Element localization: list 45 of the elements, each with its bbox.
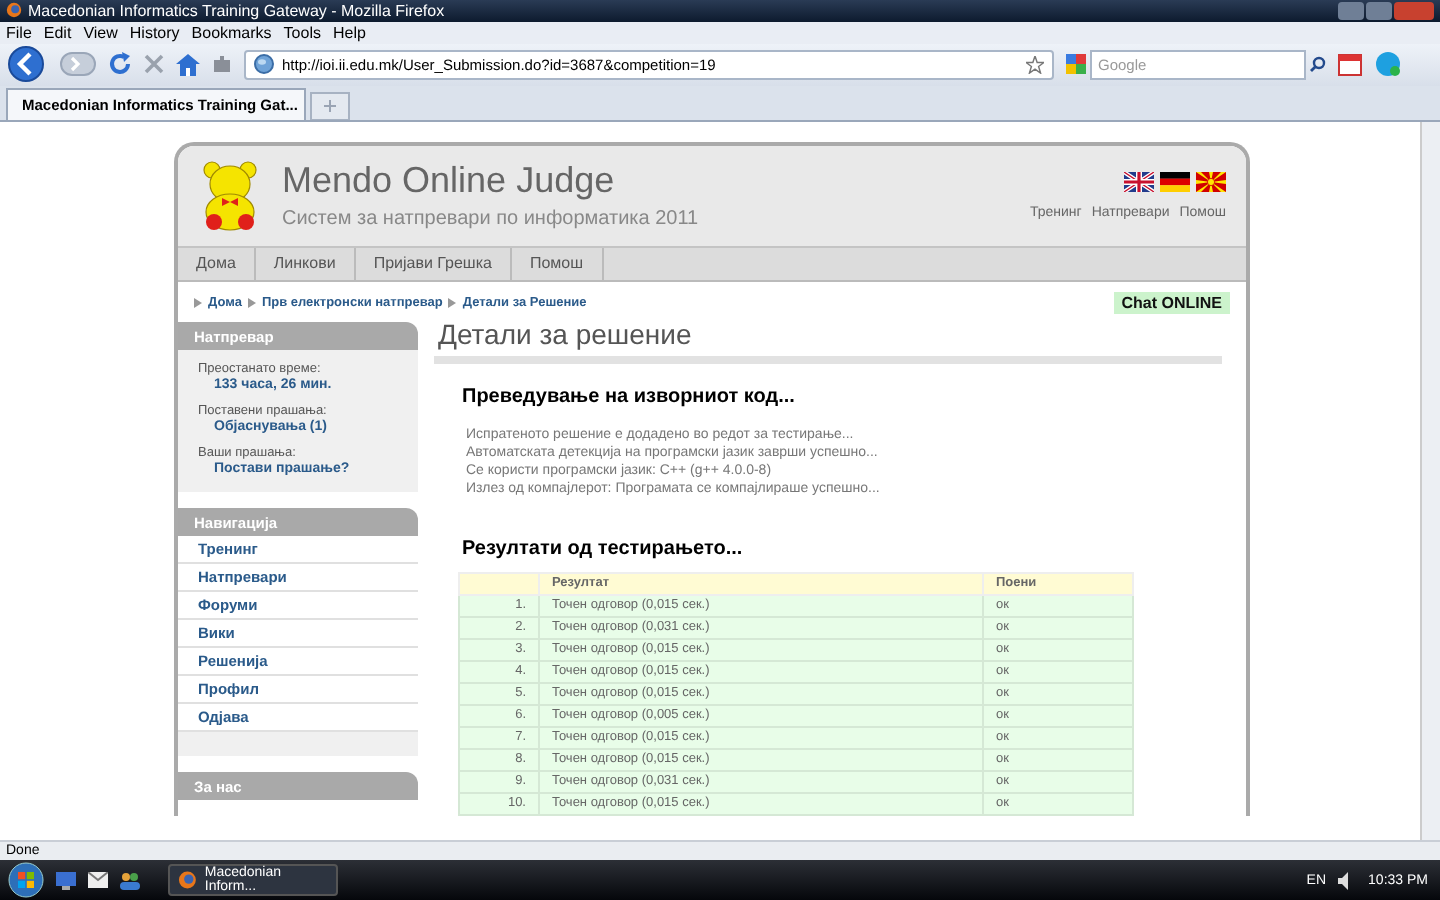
minimize-button[interactable]	[1338, 1, 1364, 20]
back-icon[interactable]	[8, 46, 48, 83]
menu-item[interactable]: Tools	[283, 23, 321, 42]
section-heading: Преведување на изворниот код...	[462, 385, 797, 408]
chat-status[interactable]: Chat ONLINE	[1113, 291, 1230, 314]
firefox-icon	[6, 2, 22, 19]
home-icon[interactable]	[176, 53, 200, 76]
menu-item[interactable]: Edit	[43, 23, 72, 42]
triangle-icon	[247, 297, 256, 308]
people-icon[interactable]	[120, 871, 140, 890]
nav-item[interactable]: Пријави Грешка	[355, 247, 512, 280]
start-button[interactable]	[8, 862, 44, 899]
search-engine-icon[interactable]	[1066, 54, 1086, 75]
triangle-icon	[194, 297, 202, 308]
maximize-button[interactable]	[1366, 1, 1392, 20]
menu-item[interactable]: View	[83, 23, 118, 42]
menu-item[interactable]: History	[129, 23, 180, 42]
close-button[interactable]	[1394, 1, 1434, 20]
firefox-icon	[178, 870, 197, 891]
flag-icon[interactable]	[1124, 171, 1154, 192]
section-heading: Резултати од тестирањето...	[462, 537, 745, 560]
header-cell	[459, 572, 539, 595]
menu-item[interactable]: Help	[332, 23, 366, 42]
star-icon[interactable]	[1026, 55, 1044, 74]
skype-icon[interactable]	[1374, 50, 1402, 79]
menu-item[interactable]: Bookmarks	[191, 23, 272, 42]
site-title: Mendo Online Judge	[282, 160, 617, 203]
desktop-icon[interactable]	[56, 871, 76, 890]
nav-item[interactable]: Помош	[511, 247, 604, 280]
bear-logo	[198, 159, 262, 232]
window-title: Macedonian Informatics Training Gateway - Mozilla Firefox	[28, 1, 445, 20]
reload-icon[interactable]	[108, 52, 132, 77]
page-title: Детали за решение	[434, 313, 1222, 364]
flag-icon[interactable]	[1160, 171, 1190, 192]
forward-icon[interactable]	[60, 52, 96, 77]
nav-item[interactable]: Дома	[178, 247, 256, 280]
triangle-icon	[448, 297, 457, 308]
site-subtitle: Систем за натпревари по информатика 2011	[282, 208, 699, 231]
scrollbar[interactable]	[1420, 121, 1440, 841]
mail-icon[interactable]	[88, 872, 108, 889]
menu-item[interactable]: File	[6, 23, 32, 42]
calendar-icon[interactable]	[1338, 52, 1362, 77]
globe-icon	[254, 54, 274, 75]
nav-item[interactable]: Линкови	[255, 247, 356, 280]
search-icon[interactable]	[1310, 56, 1326, 73]
